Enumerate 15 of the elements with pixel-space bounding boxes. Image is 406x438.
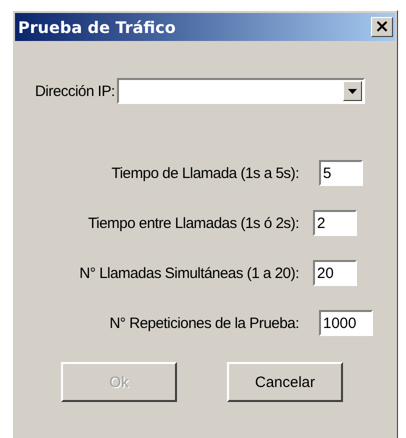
close-button[interactable]: × <box>371 17 393 37</box>
field-label: N° Llamadas Simultáneas (1 a 20): <box>78 264 299 282</box>
window-title: Prueba de Tráfico <box>18 18 176 36</box>
input-field[interactable]: 20 <box>313 260 357 286</box>
dialog-button[interactable]: Cancelar <box>227 362 343 402</box>
field-label: N° Repeticiones de la Prueba: <box>108 314 299 332</box>
field-label: Tiempo entre Llamadas (1s ó 2s): <box>87 214 299 232</box>
caret-icon <box>348 88 357 94</box>
input-field[interactable]: 1000 <box>319 310 373 336</box>
dropdown-button[interactable] <box>342 81 362 101</box>
ip-combobox[interactable] <box>116 78 365 104</box>
field-label: Tiempo de Llamada (1s a 5s): <box>110 164 299 182</box>
input-field[interactable]: 5 <box>319 160 363 186</box>
ip-label: Dirección IP: <box>35 82 115 100</box>
input-field[interactable]: 2 <box>313 210 357 236</box>
